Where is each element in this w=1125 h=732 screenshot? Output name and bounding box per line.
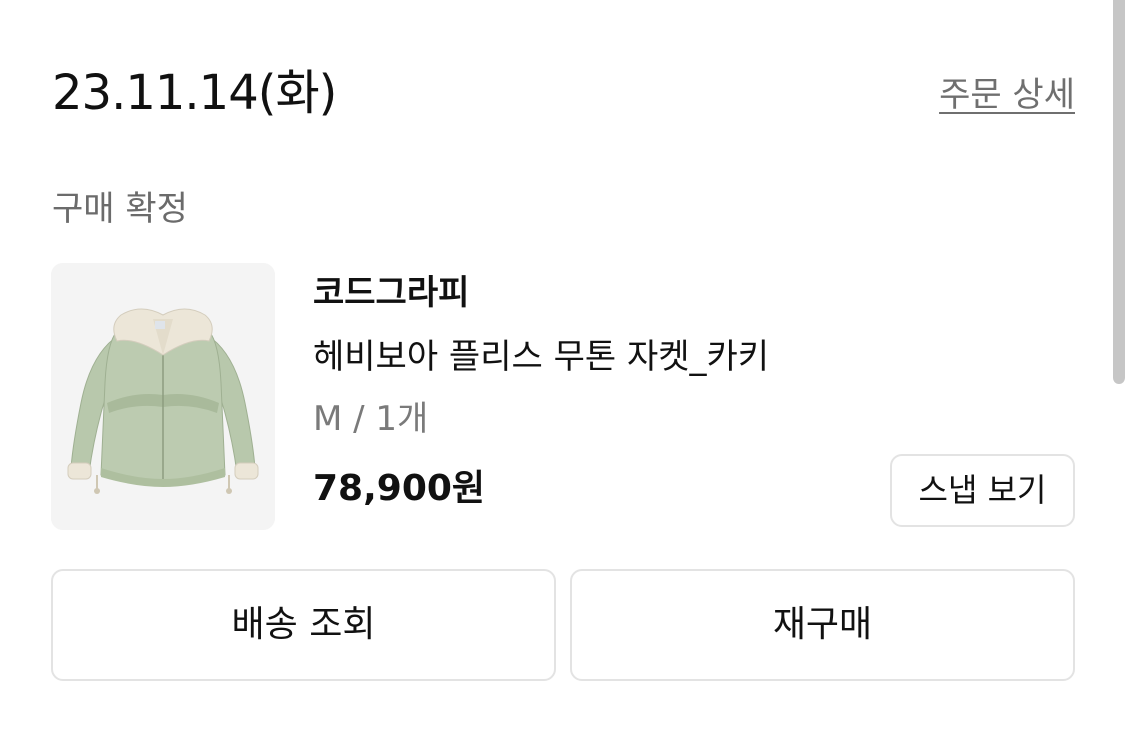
jacket-image [51,263,275,530]
product-name[interactable]: 헤비보아 플리스 무톤 자켓_카키 [313,334,769,380]
brand-name[interactable]: 코드그라피 [313,270,469,316]
scrollbar-track[interactable] [1113,0,1125,732]
product-option: M / 1개 [313,399,429,439]
snap-view-button[interactable]: 스냅 보기 [890,454,1075,527]
order-date: 23.11.14(화) [52,65,337,121]
order-status: 구매 확정 [52,189,188,229]
product-price: 78,900원 [313,468,486,509]
order-detail-link[interactable]: 주문 상세 [939,72,1075,118]
delivery-tracking-button[interactable]: 배송 조회 [51,569,556,681]
scrollbar-thumb[interactable] [1113,0,1125,384]
rebuy-button[interactable]: 재구매 [570,569,1075,681]
product-thumbnail[interactable] [51,263,275,530]
order-card: 23.11.14(화) 주문 상세 구매 확정 코드그라피 헤비보아 플리스 무… [0,0,1125,732]
